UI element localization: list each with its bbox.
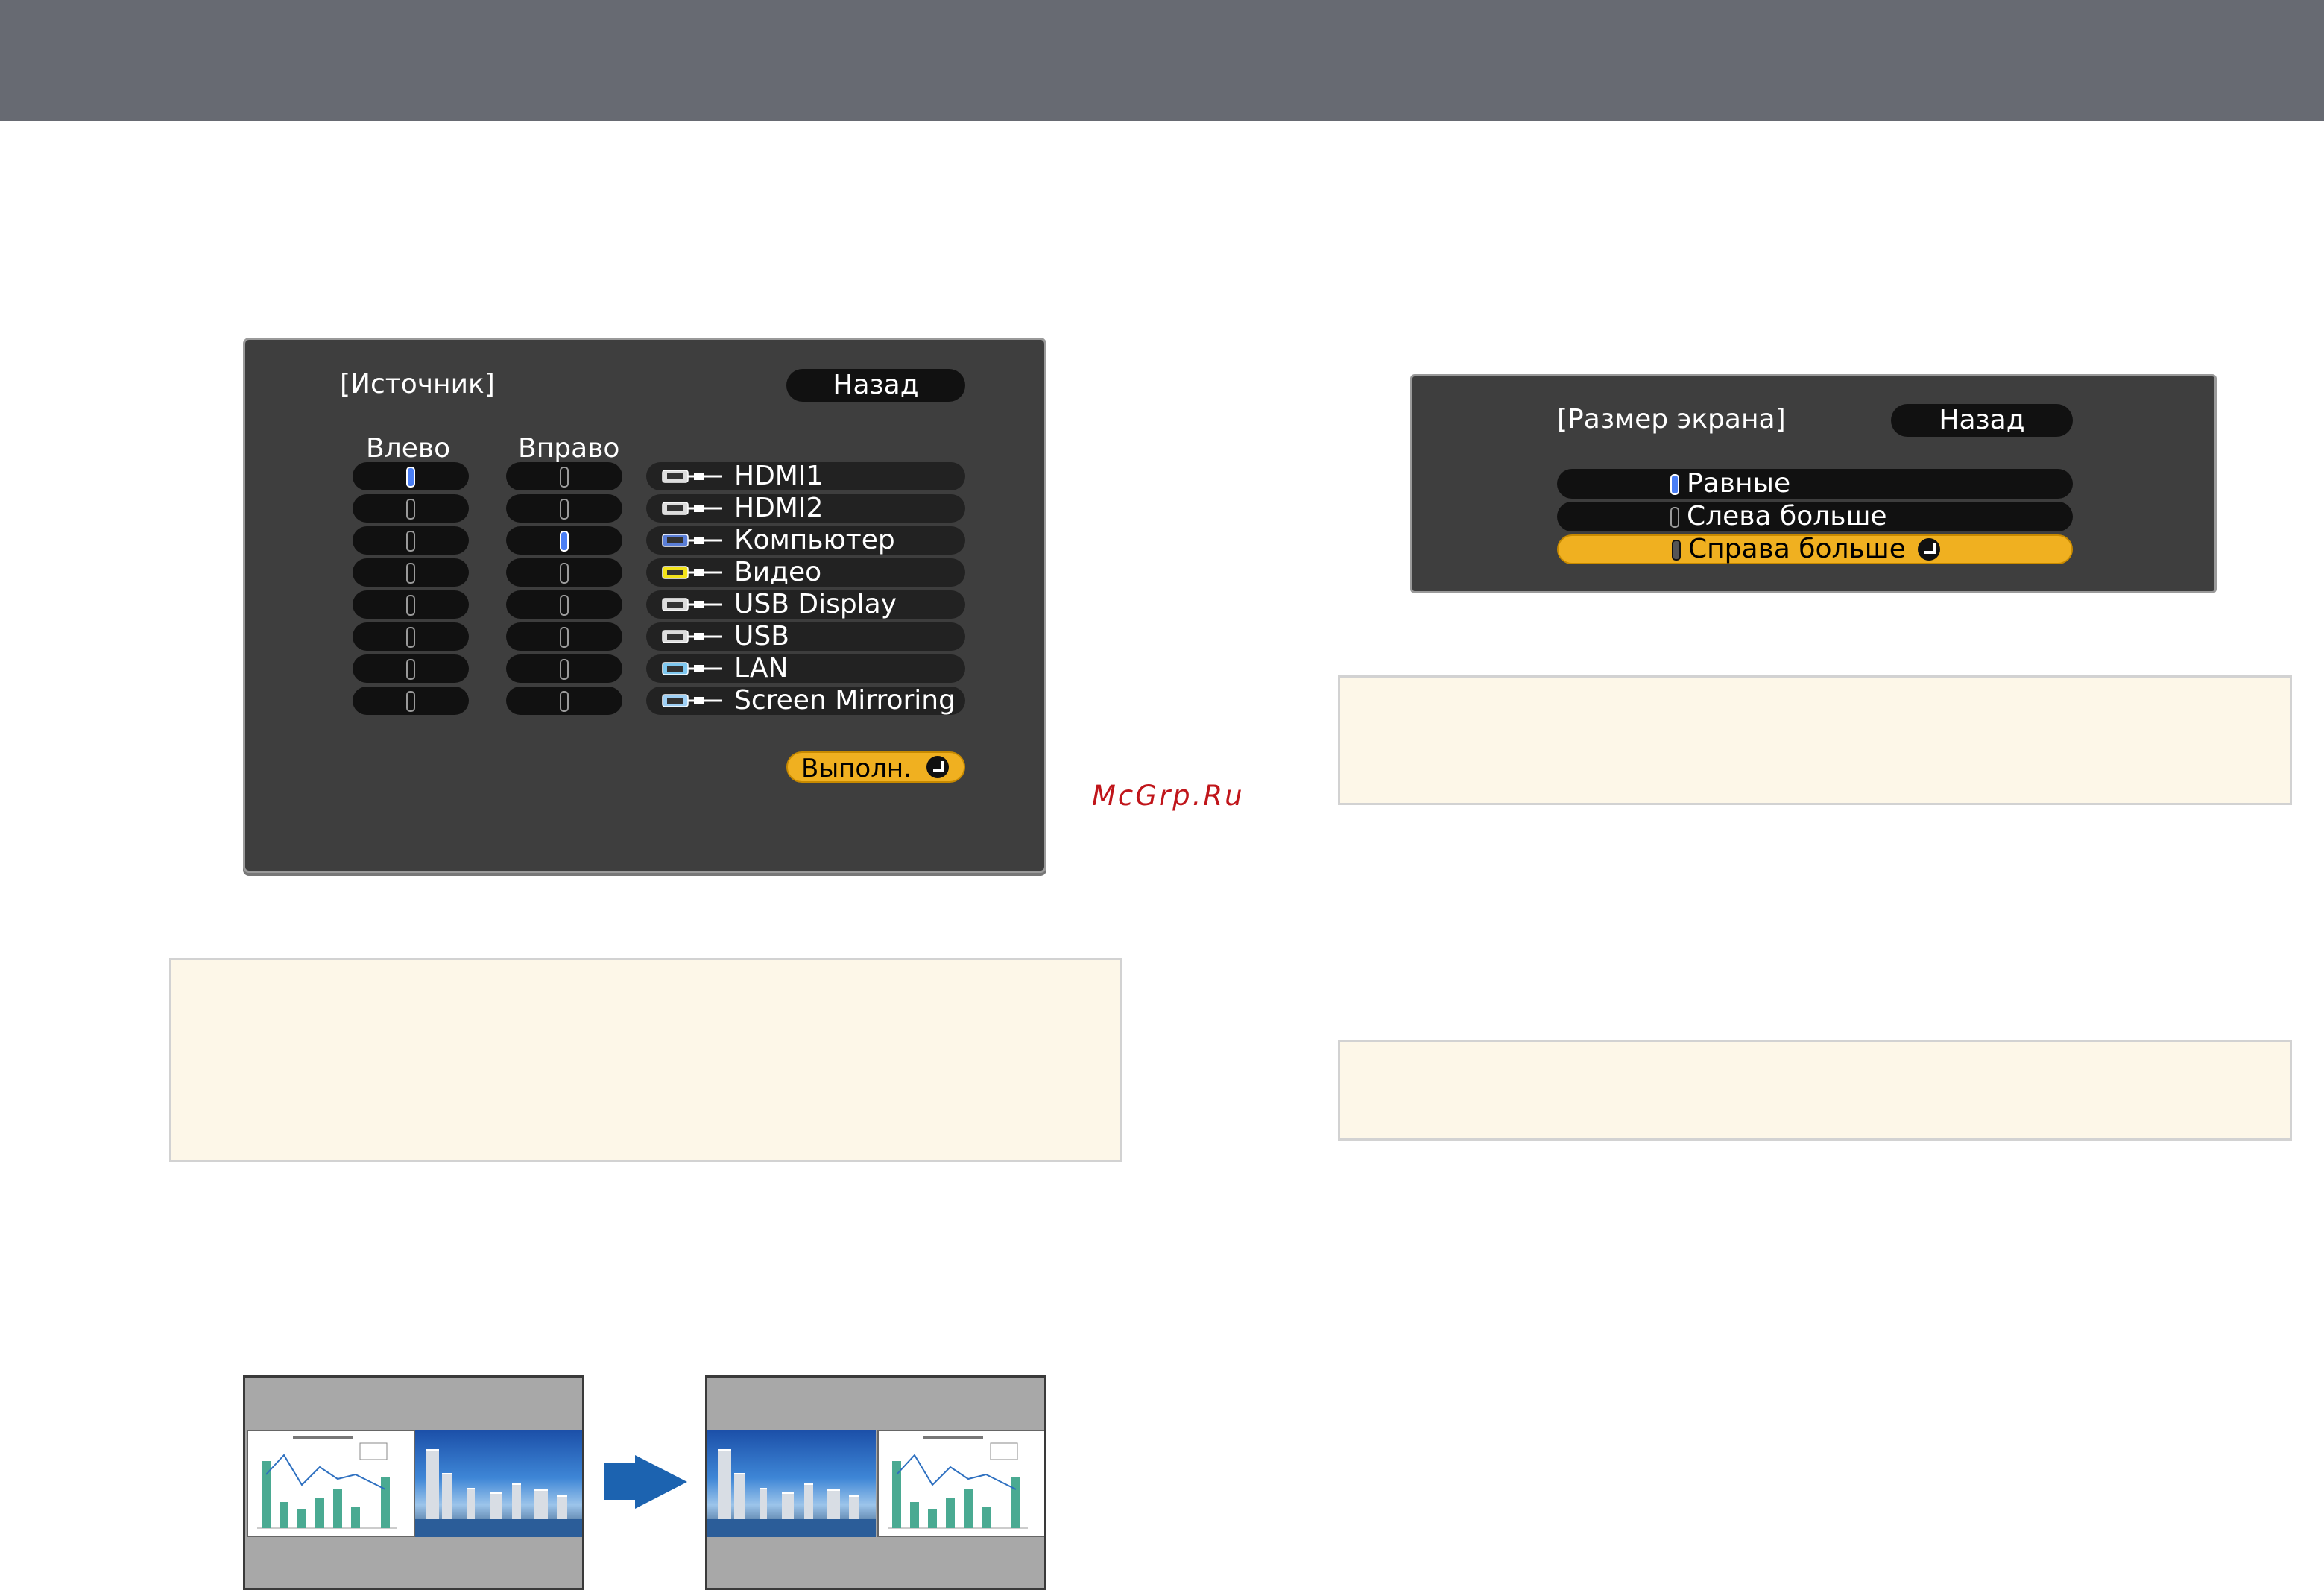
right-source-pill[interactable] — [506, 494, 622, 523]
source-row[interactable]: HDMI2 — [646, 494, 965, 523]
left-source-pill[interactable] — [353, 462, 469, 490]
lan-icon — [661, 660, 724, 677]
right-radio-icon[interactable] — [560, 691, 569, 712]
left-source-pill[interactable] — [353, 558, 469, 587]
source-row[interactable]: LAN — [646, 654, 965, 683]
split-screen-before — [243, 1375, 584, 1590]
right-source-pill[interactable] — [506, 526, 622, 555]
split-screen-after — [705, 1375, 1046, 1590]
left-source-pill[interactable] — [353, 590, 469, 619]
option-label: Справа больше — [1688, 534, 1906, 564]
source-label: Screen Mirroring — [734, 685, 956, 716]
screen-size-option[interactable]: Равные — [1557, 469, 2073, 499]
source-panel-title: [Источник] — [340, 369, 495, 400]
arrow-right-icon-head — [635, 1455, 687, 1509]
chart-graphic — [888, 1436, 1028, 1529]
right-source-pill[interactable] — [506, 590, 622, 619]
option-label: Равные — [1687, 468, 1791, 499]
city-photo — [415, 1430, 582, 1537]
back-button[interactable]: Назад — [786, 369, 965, 402]
left-radio-icon[interactable] — [406, 659, 415, 680]
source-label: USB Display — [734, 589, 897, 619]
left-radio-icon[interactable] — [406, 691, 415, 712]
screen-size-option[interactable]: Справа больше — [1557, 534, 2073, 564]
source-row[interactable]: HDMI1 — [646, 462, 965, 490]
source-label: LAN — [734, 653, 789, 684]
source-label: Видео — [734, 557, 822, 587]
watermark: McGrp.Ru — [1092, 780, 1245, 812]
left-radio-icon[interactable] — [406, 627, 415, 648]
left-radio-icon[interactable] — [406, 467, 415, 488]
left-radio-icon[interactable] — [406, 499, 415, 520]
source-row[interactable]: USB — [646, 622, 965, 651]
usb-display-icon — [661, 596, 724, 613]
note-box — [1338, 1040, 2292, 1141]
right-radio-icon[interactable] — [560, 499, 569, 520]
hdmi-icon — [661, 468, 724, 485]
city-photo — [707, 1430, 876, 1537]
right-column-label: Вправо — [518, 433, 620, 464]
execute-button[interactable]: Выполн. — [786, 751, 965, 783]
screen-size-option[interactable]: Слева больше — [1557, 502, 2073, 531]
chart-graphic — [257, 1436, 397, 1529]
video-rca-icon — [661, 564, 724, 581]
source-row[interactable]: Screen Mirroring — [646, 687, 965, 715]
screen-size-panel: [Размер экрана] Назад Равные Слева больше… — [1410, 374, 2217, 593]
hdmi-icon — [661, 500, 724, 517]
right-source-pill[interactable] — [506, 687, 622, 715]
source-row[interactable]: Компьютер — [646, 526, 965, 555]
right-radio-icon[interactable] — [560, 563, 569, 584]
left-source-pill[interactable] — [353, 622, 469, 651]
right-source-pill[interactable] — [506, 622, 622, 651]
computer-vga-icon — [661, 532, 724, 549]
left-radio-icon[interactable] — [406, 531, 415, 552]
right-source-pill[interactable] — [506, 654, 622, 683]
source-label: Компьютер — [734, 525, 895, 555]
top-header-bar — [0, 0, 2324, 121]
arrow-right-icon — [604, 1463, 635, 1500]
right-radio-icon[interactable] — [560, 467, 569, 488]
left-radio-icon[interactable] — [406, 563, 415, 584]
source-label: HDMI1 — [734, 461, 824, 491]
note-box — [169, 958, 1122, 1162]
right-radio-icon[interactable] — [560, 627, 569, 648]
left-source-pill[interactable] — [353, 494, 469, 523]
back-button[interactable]: Назад — [1891, 404, 2073, 437]
right-radio-icon[interactable] — [560, 595, 569, 616]
left-radio-icon[interactable] — [406, 595, 415, 616]
right-source-pill[interactable] — [506, 558, 622, 587]
note-box — [1338, 675, 2292, 805]
screen-size-panel-title: [Размер экрана] — [1557, 404, 1786, 435]
source-label: HDMI2 — [734, 493, 824, 523]
source-row[interactable]: Видео — [646, 558, 965, 587]
chart-image — [247, 1430, 415, 1537]
enter-icon — [926, 756, 949, 778]
option-radio-icon[interactable] — [1670, 474, 1679, 495]
left-column-label: Влево — [366, 433, 451, 464]
option-radio-icon[interactable] — [1670, 507, 1679, 528]
chart-image — [877, 1430, 1044, 1537]
left-source-pill[interactable] — [353, 654, 469, 683]
left-source-pill[interactable] — [353, 687, 469, 715]
right-radio-icon[interactable] — [560, 531, 569, 552]
source-panel: [Источник] Назад Влево Вправо HDMI1 HDMI2… — [243, 338, 1046, 873]
screen-mirroring-icon — [661, 693, 724, 709]
execute-label: Выполн. — [801, 754, 912, 783]
source-row[interactable]: USB Display — [646, 590, 965, 619]
right-radio-icon[interactable] — [560, 659, 569, 680]
right-source-pill[interactable] — [506, 462, 622, 490]
left-source-pill[interactable] — [353, 526, 469, 555]
enter-icon — [1918, 538, 1940, 561]
usb-icon — [661, 628, 724, 645]
option-radio-icon[interactable] — [1672, 540, 1681, 561]
source-label: USB — [734, 621, 789, 652]
option-label: Слева больше — [1687, 501, 1887, 531]
